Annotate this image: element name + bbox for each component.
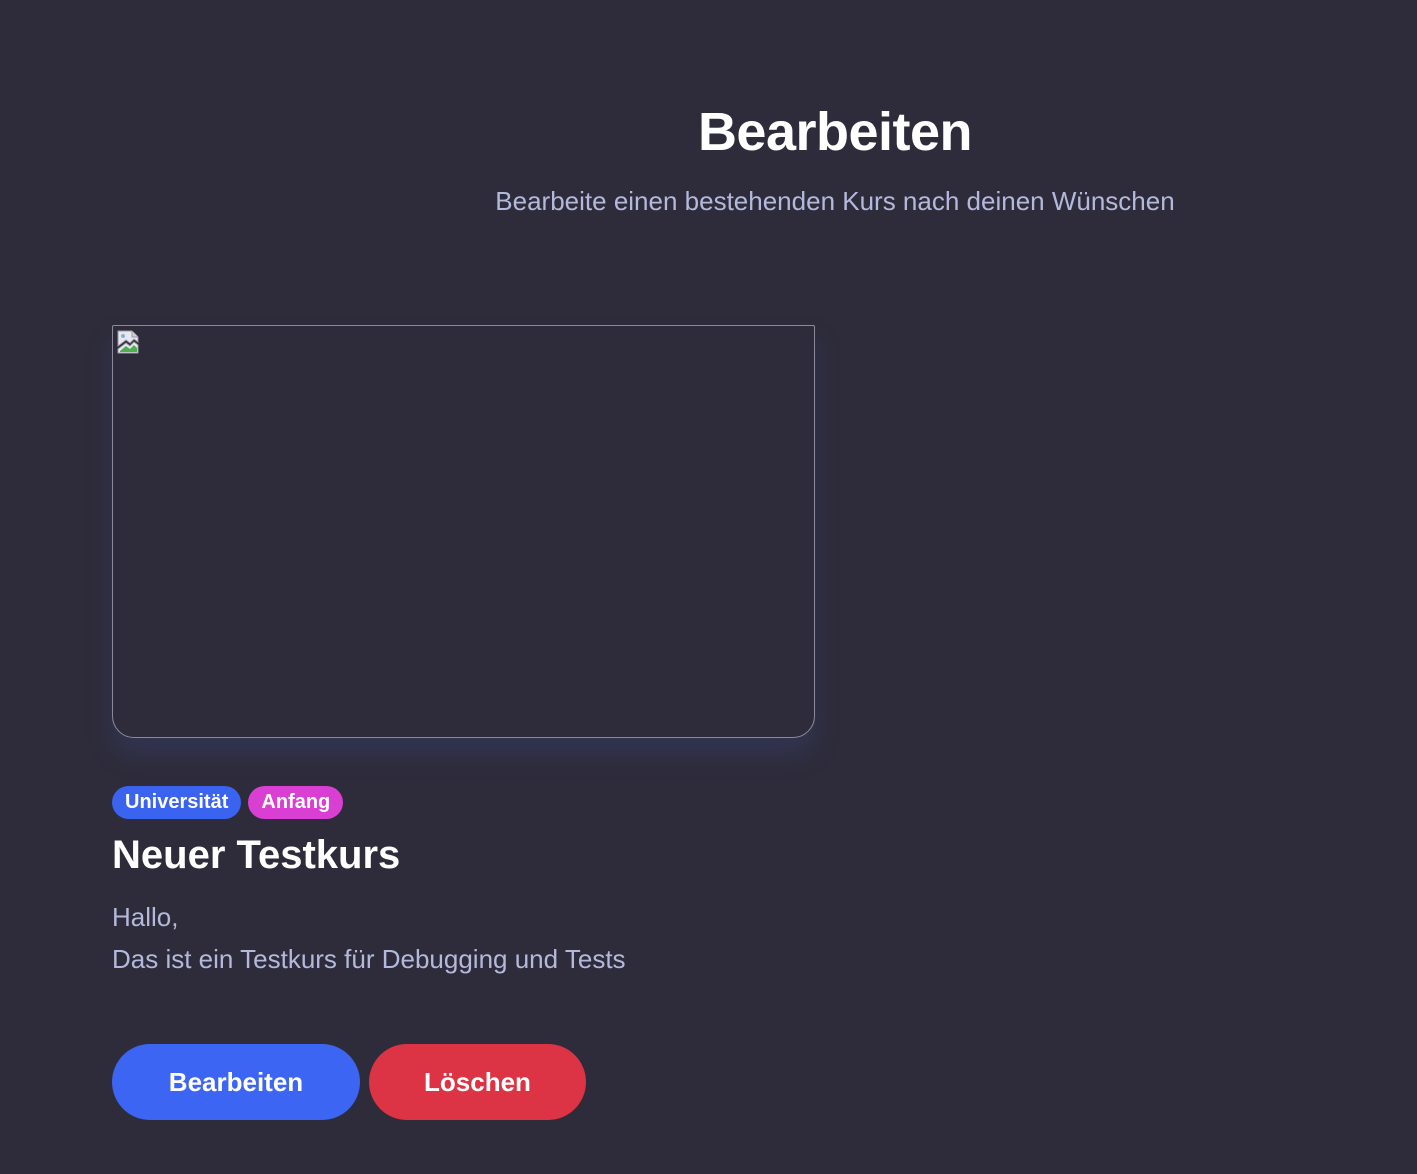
course-image: [112, 325, 815, 738]
course-actions: Bearbeiten Löschen: [112, 1044, 586, 1120]
edit-button[interactable]: Bearbeiten: [112, 1044, 360, 1120]
course-title: Neuer Testkurs: [112, 833, 401, 877]
delete-button[interactable]: Löschen: [369, 1044, 586, 1120]
broken-image-icon: [117, 330, 139, 354]
tag-level: Anfang: [248, 786, 344, 819]
course-description: Hallo, Das ist ein Testkurs für Debuggin…: [112, 902, 626, 974]
course-card: Universität Anfang Neuer Testkurs Hallo,…: [112, 325, 815, 1120]
page-subtitle: Bearbeite einen bestehenden Kurs nach de…: [495, 186, 1175, 216]
tag-list: Universität Anfang: [112, 786, 344, 819]
page-title: Bearbeiten: [697, 102, 973, 162]
tag-university: Universität: [112, 786, 242, 819]
